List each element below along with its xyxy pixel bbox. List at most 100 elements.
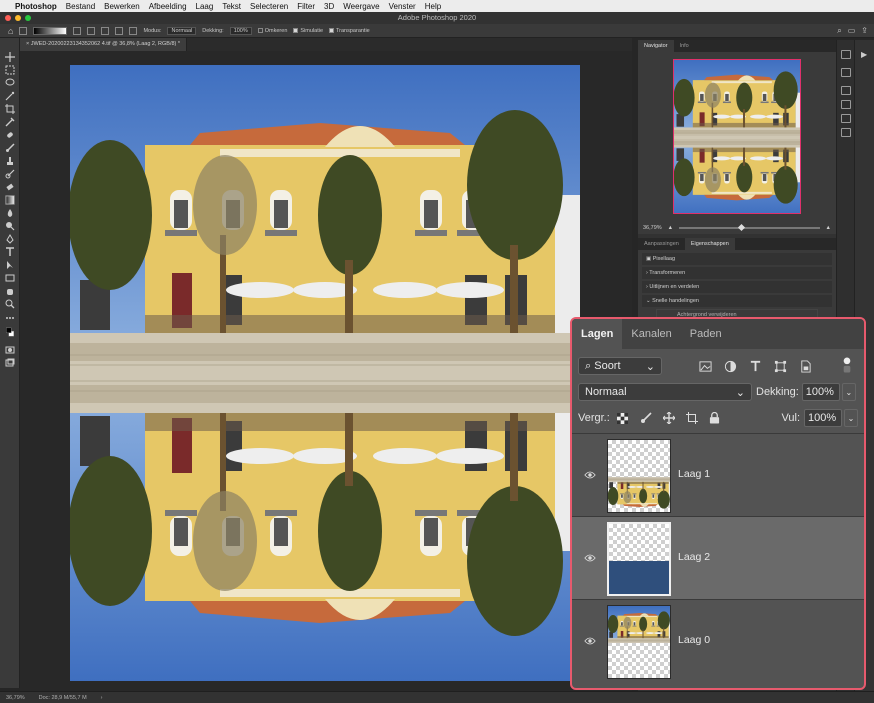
filter-shape-icon[interactable] [773,359,787,373]
eyedropper-tool-icon[interactable] [5,117,15,127]
layer-thumbnail[interactable] [607,605,671,679]
tab-paths[interactable]: Paden [681,319,731,349]
zoom-tool-icon[interactable] [5,299,15,309]
eraser-tool-icon[interactable] [5,182,15,192]
document-tab[interactable]: × JWED-20200223134352062 4.tif @ 36,8% (… [20,38,188,51]
screen-mode-icon[interactable] [5,358,15,368]
layer-name[interactable]: Laag 1 [678,468,710,480]
layer-thumbnail[interactable] [607,522,671,596]
clone-stamp-tool-icon[interactable] [5,156,15,166]
filter-adjustment-icon[interactable] [723,359,737,373]
menu-selecteren[interactable]: Selecteren [250,2,288,11]
menu-afbeelding[interactable]: Afbeelding [149,2,187,11]
filter-toggle-icon[interactable] [842,355,852,378]
section-align[interactable]: › Uitlijnen en verdelen [642,281,832,293]
gradient-tool-preset-icon[interactable] [19,26,28,35]
search-icon[interactable]: ⌕ [837,26,841,36]
pen-tool-icon[interactable] [5,234,15,244]
minimize-window-button[interactable] [15,15,21,21]
visibility-eye-icon[interactable] [584,552,596,564]
menu-laag[interactable]: Laag [196,2,214,11]
reflected-gradient-icon[interactable] [115,26,124,35]
move-tool-icon[interactable] [5,52,15,62]
crop-tool-icon[interactable] [5,104,15,114]
blur-tool-icon[interactable] [5,208,15,218]
layer-thumbnail[interactable] [607,439,671,513]
lock-transparent-pixels-icon[interactable] [616,411,630,425]
layer-name[interactable]: Laag 2 [678,551,710,563]
color-swatches-icon[interactable] [5,327,16,339]
tab-layers[interactable]: Lagen [572,319,623,349]
section-transform[interactable]: › Transformeren [642,267,832,279]
layer-row-laag-2[interactable]: Laag 2 [572,516,864,599]
path-selection-tool-icon[interactable] [5,260,15,270]
color-icon[interactable] [841,86,851,95]
share-icon[interactable]: ⇪ [861,26,868,36]
hand-tool-icon[interactable] [5,286,15,296]
history-brush-tool-icon[interactable] [5,169,15,179]
mode-select[interactable]: Normaal [167,26,197,35]
tab-navigator[interactable]: Navigator [638,40,674,52]
patterns-icon[interactable] [841,128,851,137]
marquee-tool-icon[interactable] [5,65,15,75]
lock-image-pixels-icon[interactable] [639,411,653,425]
swatches-icon[interactable] [841,100,851,109]
reverse-checkbox[interactable]: Omkeren [257,28,287,34]
zoom-out-icon[interactable]: ▲ [668,225,673,231]
dither-checkbox[interactable]: Simulatie [293,28,323,34]
type-tool-icon[interactable] [5,247,15,257]
more-tools-icon[interactable] [5,313,15,323]
layer-filter-select[interactable]: ⌕ Soort ⌄ [578,357,662,375]
navigator-zoom-slider[interactable] [679,223,820,231]
filter-type-icon[interactable] [748,359,762,373]
zoom-level[interactable]: 36,79% [6,695,25,701]
fill-dropdown-button[interactable]: ⌄ [844,409,858,427]
gradient-tool-icon[interactable] [5,195,15,205]
lasso-tool-icon[interactable] [5,78,15,88]
transparency-checkbox[interactable]: Transparantie [329,28,370,34]
zoom-in-icon[interactable]: ▲ [826,225,831,231]
opacity-input[interactable]: 100% [229,26,252,35]
quick-mask-icon[interactable] [5,345,15,355]
menu-3d[interactable]: 3D [324,2,334,11]
layer-name[interactable]: Laag 0 [678,634,710,646]
close-window-button[interactable] [5,15,11,21]
lock-position-icon[interactable] [662,411,676,425]
brush-settings-icon[interactable] [841,68,851,77]
tab-info[interactable]: Info [674,40,695,52]
filter-pixel-icon[interactable] [698,359,712,373]
menu-weergave[interactable]: Weergave [343,2,379,11]
rectangle-tool-icon[interactable] [5,273,15,283]
angle-gradient-icon[interactable] [101,26,110,35]
menu-bestand[interactable]: Bestand [66,2,95,11]
menu-bewerken[interactable]: Bewerken [104,2,140,11]
menu-filter[interactable]: Filter [297,2,315,11]
zoom-window-button[interactable] [25,15,31,21]
document-size[interactable]: Doc: 28,9 M/55,7 M [39,695,87,701]
linear-gradient-icon[interactable] [73,26,82,35]
gradients-icon[interactable] [841,114,851,123]
layer-fill-input[interactable]: 100% [804,409,842,427]
brush-tool-icon[interactable] [5,143,15,153]
visibility-eye-icon[interactable] [584,469,596,481]
tab-properties[interactable]: Eigenschappen [684,238,735,250]
workspace-icon[interactable]: ▭ [848,26,856,36]
magic-wand-tool-icon[interactable] [5,91,15,101]
home-icon[interactable]: ⌂ [8,26,13,36]
tab-channels[interactable]: Kanalen [622,319,680,349]
navigator-zoom-value[interactable]: 36,79% [643,225,662,231]
tab-adjustments[interactable]: Aanpassingen [638,238,685,250]
menu-tekst[interactable]: Tekst [222,2,241,11]
blend-mode-select[interactable]: Normaal ⌄ [578,383,752,401]
healing-brush-tool-icon[interactable] [5,130,15,140]
section-quick-actions[interactable]: ⌄ Snelle handelingen [642,295,832,307]
lock-all-icon[interactable] [708,411,722,425]
menu-venster[interactable]: Venster [389,2,416,11]
histogram-icon[interactable] [841,50,851,59]
layer-opacity-input[interactable]: 100% [801,383,840,401]
menu-help[interactable]: Help [425,2,441,11]
diamond-gradient-icon[interactable] [129,26,138,35]
navigator-preview[interactable] [673,59,801,214]
menu-photoshop[interactable]: Photoshop [15,2,57,11]
status-arrow-icon[interactable]: › [101,695,103,701]
